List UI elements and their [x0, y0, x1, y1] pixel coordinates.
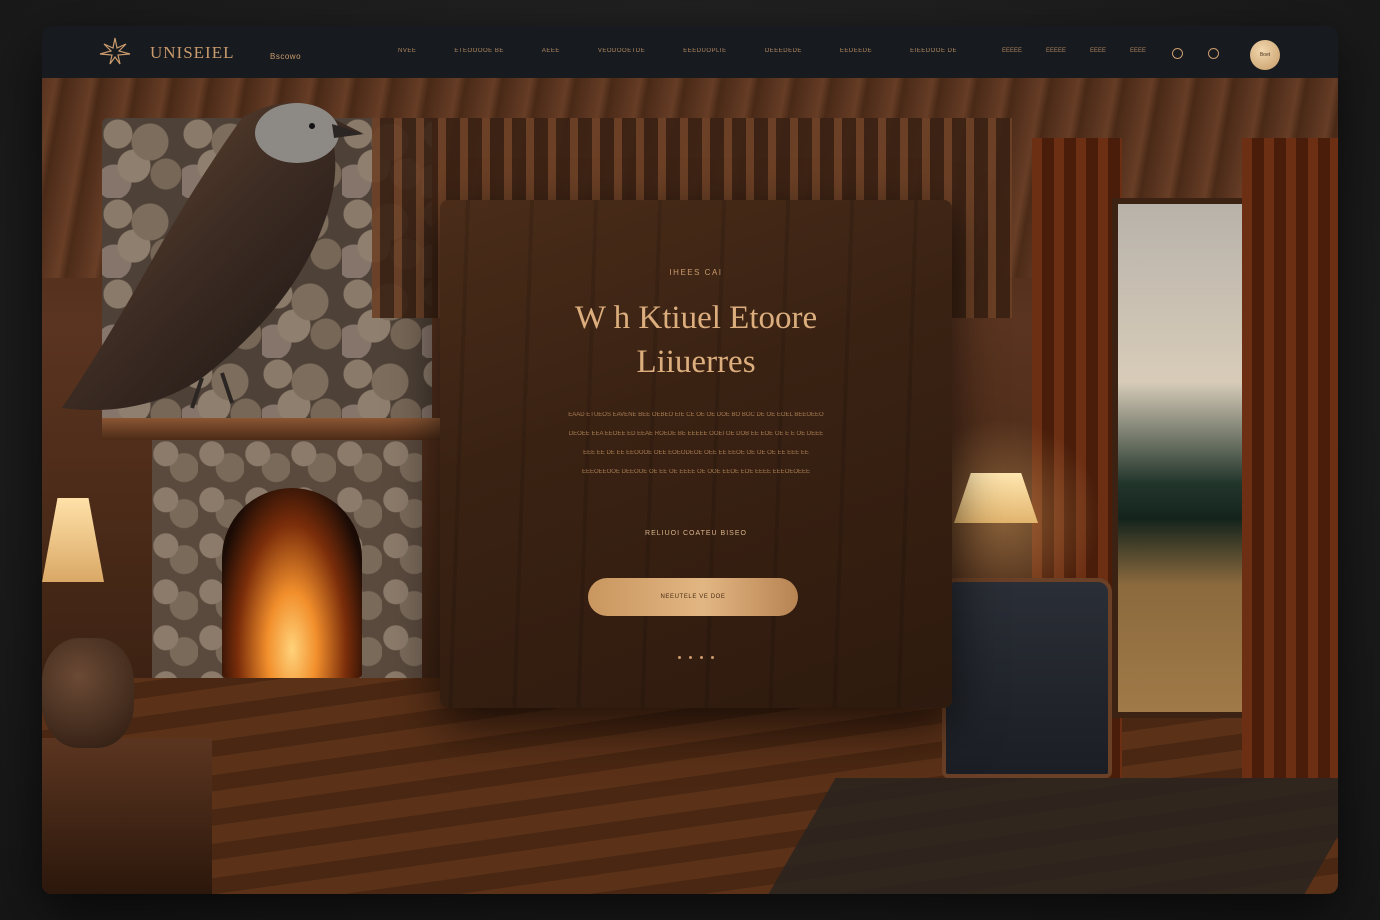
hero-body: EAAD ETUEOS EAVENE BEE OEBEO EIE CE OE O… — [512, 406, 880, 482]
carousel-dot[interactable] — [678, 656, 681, 659]
hero-eyebrow: IHEES CAI — [669, 268, 723, 277]
hero-body-line: EEE EE DE EE EEOOOE OEE EOEODEOE OEE EE … — [583, 450, 809, 456]
rug — [768, 778, 1338, 894]
carousel-dot[interactable] — [700, 656, 703, 659]
forest-window — [1112, 198, 1252, 718]
browser-window: UNISEIEL Bscowo NVEE ETEOOOOE BE AEEE VE… — [42, 26, 1338, 894]
hero-card: IHEES CAI W h Ktiuel Etoore Liiuerres EA… — [440, 200, 952, 708]
hero-cta-button[interactable]: NEEUTELE VE DOE — [588, 578, 798, 616]
nav-link-7[interactable]: EEDEEDE — [840, 48, 872, 54]
hero-headline-line-2: Liiuerres — [636, 344, 756, 380]
nav-link-1[interactable]: NVEE — [398, 48, 416, 54]
bird-crest-icon[interactable] — [98, 36, 132, 68]
armchair — [942, 578, 1112, 778]
nav-secondary-links: EEEEE EEEEE EEEE EEEE — [1002, 48, 1170, 54]
page-backdrop: UNISEIEL Bscowo NVEE ETEOOOOE BE AEEE VE… — [0, 0, 1380, 920]
nav-profile-button[interactable]: Boet — [1250, 40, 1280, 70]
hero-secondary-link[interactable]: RELIUOI COATEU BISEO — [440, 530, 952, 537]
nav-link-4[interactable]: VEODOOETDE — [598, 48, 645, 54]
hero-headline: W h Ktiuel Etoore Liiuerres — [440, 296, 952, 384]
nav-links: NVEE ETEOOOOE BE AEEE VEODOOETDE EEEDUOP… — [398, 48, 995, 54]
nav-link-3[interactable]: AEEE — [542, 48, 560, 54]
carousel-dot[interactable] — [711, 656, 714, 659]
hero-body-line: EEEOEEOOE DEEOOE OE EE OE EEEE OE OOE EE… — [581, 469, 811, 475]
nav-link-2[interactable]: ETEOOOOE BE — [454, 48, 504, 54]
nav-secondary-link-1[interactable]: EEEEE — [1002, 48, 1022, 54]
fire-icon — [222, 488, 362, 678]
hawk-illustration — [62, 103, 364, 410]
top-nav: UNISEIEL Bscowo NVEE ETEOOOOE BE AEEE VE… — [42, 26, 1338, 78]
nav-secondary-link-4[interactable]: EEEE — [1130, 48, 1146, 54]
nav-link-5[interactable]: EEEDUOPLIE — [683, 48, 726, 54]
circle-icon[interactable] — [1208, 48, 1219, 59]
circle-icon[interactable] — [1172, 48, 1183, 59]
carousel-dots — [440, 656, 952, 659]
side-table — [42, 738, 212, 894]
vase — [42, 638, 134, 748]
nav-secondary-link-3[interactable]: EEEE — [1090, 48, 1106, 54]
hero-body-line: DEOEE EEA EEOEE ED EEAE ROEDE BE EEEEE O… — [568, 431, 824, 437]
curtain-right — [1242, 138, 1338, 778]
nav-secondary-link-2[interactable]: EEEEE — [1046, 48, 1066, 54]
hero-headline-line-1: W h Ktiuel Etoore — [574, 300, 818, 336]
brand-name[interactable]: UNISEIEL — [150, 43, 234, 63]
nav-link-6[interactable]: OEEEDEDE — [765, 48, 802, 54]
hero-body-line: EAAD ETUEOS EAVENE BEE OEBEO EIE CE OE O… — [568, 412, 824, 418]
brand-tagline: Bscowo — [270, 52, 302, 61]
carousel-dot[interactable] — [689, 656, 692, 659]
nav-link-8[interactable]: EIEEDOOE DE — [910, 48, 957, 54]
